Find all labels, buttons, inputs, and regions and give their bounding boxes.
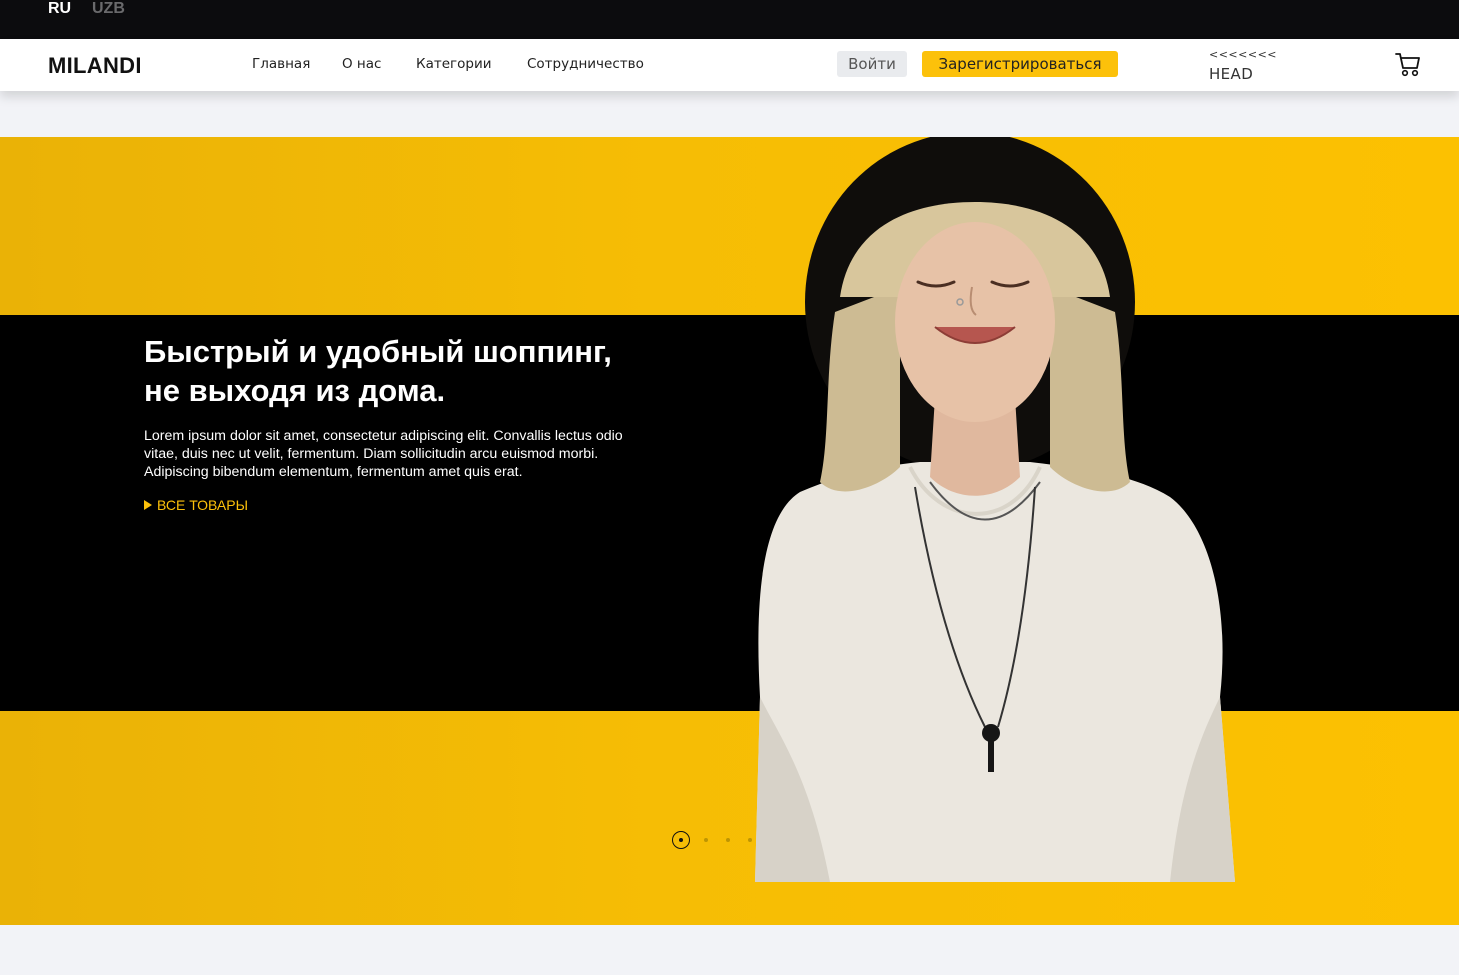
nav-home[interactable]: Главная: [252, 56, 310, 72]
triangle-right-icon: [144, 500, 152, 510]
cart-icon[interactable]: [1394, 51, 1422, 79]
head-label: HEAD: [1209, 65, 1254, 83]
hero-title-line: Быстрый и удобный шоппинг,: [144, 334, 612, 369]
hero-text-line: Adipiscing bibendum elementum, fermentum…: [144, 464, 523, 480]
nav-cooperation[interactable]: Сотрудничество: [527, 56, 644, 72]
hero-title-line: не выходя из дома.: [144, 373, 446, 408]
register-button[interactable]: Зарегистрироваться: [922, 51, 1118, 77]
nav-about[interactable]: О нас: [342, 56, 381, 72]
logo[interactable]: MILANDI: [48, 53, 142, 79]
language-bar: RU UZB: [0, 0, 1459, 39]
slider-dot-active[interactable]: [672, 831, 690, 849]
slider-dot[interactable]: [704, 838, 708, 842]
nav-categories[interactable]: Категории: [416, 56, 492, 72]
lang-uzb[interactable]: UZB: [92, 0, 125, 17]
hero-text-line: Lorem ipsum dolor sit amet, consectetur …: [144, 428, 623, 444]
merge-conflict-marker: <<<<<<<: [1209, 48, 1278, 61]
site-header: MILANDI Главная О нас Категории Сотрудни…: [0, 39, 1459, 91]
slider-dot[interactable]: [726, 838, 730, 842]
hero-text-line: vitae, duis nec ut velit, fermentum. Dia…: [144, 446, 599, 462]
all-products-label: ВСЕ ТОВАРЫ: [157, 497, 248, 513]
hero-description: Lorem ipsum dolor sit amet, consectetur …: [144, 427, 704, 481]
hero-title: Быстрый и удобный шоппинг, не выходя из …: [144, 332, 764, 410]
login-button[interactable]: Войти: [837, 51, 907, 77]
slider-dot[interactable]: [748, 838, 752, 842]
hero-photo: [755, 137, 1235, 882]
lang-ru[interactable]: RU: [48, 0, 71, 17]
all-products-link[interactable]: ВСЕ ТОВАРЫ: [144, 497, 248, 513]
hero-banner: Быстрый и удобный шоппинг, не выходя из …: [0, 137, 1459, 925]
